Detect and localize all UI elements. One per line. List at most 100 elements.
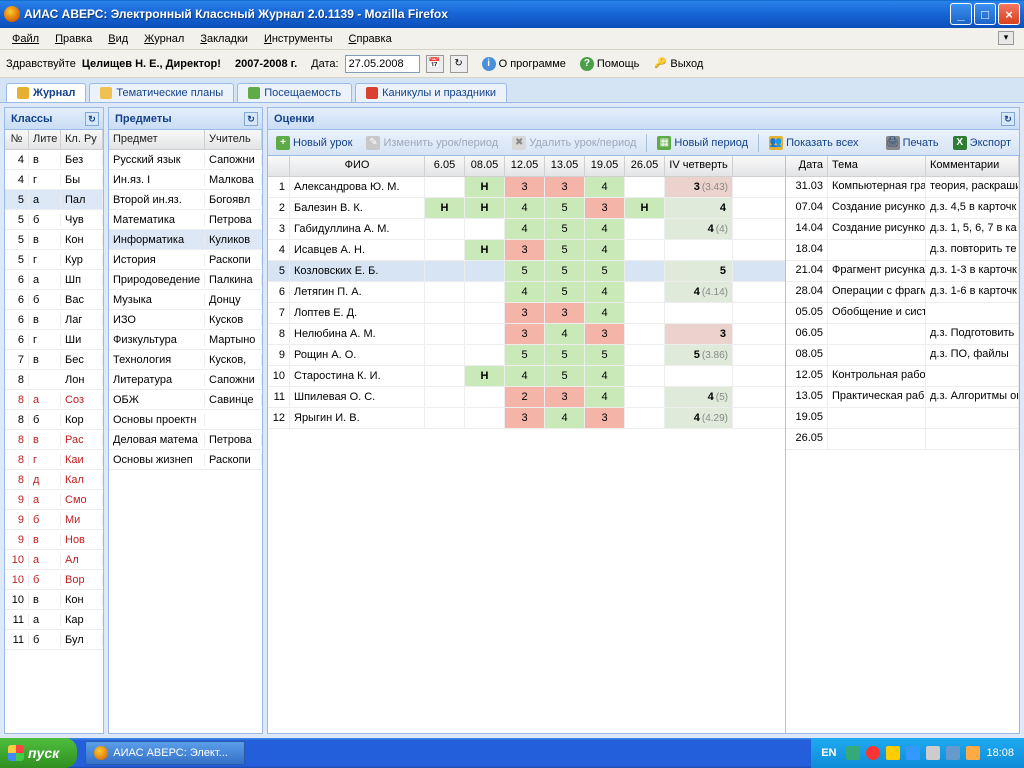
- col-quarter[interactable]: IV четверть: [665, 156, 733, 176]
- delete-lesson-button[interactable]: ✖Удалить урок/период: [508, 134, 640, 152]
- col-d4[interactable]: 13.05: [545, 156, 585, 176]
- subject-row[interactable]: ИнформатикаКуликов: [109, 230, 262, 250]
- grade-row[interactable]: 6Летягин П. А.4544(4.14): [268, 282, 785, 303]
- class-row[interactable]: 11бБул: [5, 630, 103, 650]
- diary-row[interactable]: 26.05: [786, 429, 1019, 450]
- tray-shield-icon[interactable]: [966, 746, 980, 760]
- language-indicator[interactable]: EN: [821, 747, 836, 759]
- class-row[interactable]: 5вКон: [5, 230, 103, 250]
- grade-row[interactable]: 4Исавцев А. Н.Н354: [268, 240, 785, 261]
- col-teacher[interactable]: Учитель: [205, 130, 262, 149]
- about-button[interactable]: iО программе: [482, 57, 566, 71]
- class-row[interactable]: 8дКал: [5, 470, 103, 490]
- grade-row[interactable]: 1Александрова Ю. М.Н3343(3.43): [268, 177, 785, 198]
- tray-volume-icon[interactable]: [926, 746, 940, 760]
- new-lesson-button[interactable]: +Новый урок: [272, 134, 356, 152]
- grade-row[interactable]: 11Шпилевая О. С.2344(5): [268, 387, 785, 408]
- print-button[interactable]: 🖨Печать: [882, 134, 943, 152]
- subject-row[interactable]: ФизкультураМартыно: [109, 330, 262, 350]
- export-button[interactable]: XЭкспорт: [949, 134, 1015, 152]
- help-button[interactable]: ?Помощь: [580, 57, 640, 71]
- diary-row[interactable]: 28.04Операции с фрагмд.з. 1-6 в карточк: [786, 282, 1019, 303]
- col-subject[interactable]: Предмет: [109, 130, 205, 149]
- refresh-grades-icon[interactable]: ↻: [1001, 112, 1015, 126]
- col-class-num[interactable]: №: [5, 130, 29, 149]
- col-num[interactable]: [268, 156, 290, 176]
- menu-view[interactable]: Вид: [100, 31, 136, 47]
- class-row[interactable]: 6аШп: [5, 270, 103, 290]
- clock[interactable]: 18:08: [986, 747, 1014, 759]
- tab-holidays[interactable]: Каникулы и праздники: [355, 83, 507, 102]
- col-d3[interactable]: 12.05: [505, 156, 545, 176]
- class-row[interactable]: 6бВас: [5, 290, 103, 310]
- class-row[interactable]: 10бВор: [5, 570, 103, 590]
- diary-row[interactable]: 06.05д.з. Подготовить: [786, 324, 1019, 345]
- diary-row[interactable]: 19.05: [786, 408, 1019, 429]
- menu-edit[interactable]: Правка: [47, 31, 100, 47]
- class-row[interactable]: 4вБез: [5, 150, 103, 170]
- col-class-letter[interactable]: Лите: [29, 130, 61, 149]
- class-row[interactable]: 5аПал: [5, 190, 103, 210]
- tray-icon[interactable]: [906, 746, 920, 760]
- subject-row[interactable]: Основы проектн: [109, 410, 262, 430]
- tab-plans[interactable]: Тематические планы: [89, 83, 234, 102]
- grade-row[interactable]: 10Старостина К. И.Н454: [268, 366, 785, 387]
- tray-icon[interactable]: [846, 746, 860, 760]
- class-row[interactable]: 8бКор: [5, 410, 103, 430]
- subject-row[interactable]: МузыкаДонцу: [109, 290, 262, 310]
- calendar-icon[interactable]: 📅: [426, 55, 444, 73]
- refresh-icon[interactable]: ↻: [450, 55, 468, 73]
- toolbar-dropdown-icon[interactable]: ▾: [998, 31, 1014, 45]
- subject-row[interactable]: ТехнологияКусков,: [109, 350, 262, 370]
- edit-lesson-button[interactable]: ✎Изменить урок/период: [362, 134, 502, 152]
- menu-journal[interactable]: Журнал: [136, 31, 192, 47]
- col-comment[interactable]: Комментарии: [926, 156, 1019, 176]
- col-fio[interactable]: ФИО: [290, 156, 425, 176]
- class-row[interactable]: 5бЧув: [5, 210, 103, 230]
- subject-row[interactable]: ЛитератураСапожни: [109, 370, 262, 390]
- show-all-button[interactable]: 👥Показать всех: [765, 134, 862, 152]
- diary-row[interactable]: 18.04д.з. повторить те: [786, 240, 1019, 261]
- class-row[interactable]: 10аАл: [5, 550, 103, 570]
- col-d2[interactable]: 08.05: [465, 156, 505, 176]
- diary-row[interactable]: 12.05Контрольная рабо: [786, 366, 1019, 387]
- diary-row[interactable]: 31.03Компьютерная гратеория, раскраши: [786, 177, 1019, 198]
- grade-row[interactable]: 12Ярыгин И. В.3434(4.29): [268, 408, 785, 429]
- grade-row[interactable]: 3Габидуллина А. М.4544(4): [268, 219, 785, 240]
- col-d5[interactable]: 19.05: [585, 156, 625, 176]
- diary-row[interactable]: 05.05Обобщение и сист: [786, 303, 1019, 324]
- start-button[interactable]: пуск: [0, 738, 77, 768]
- menu-tools[interactable]: Инструменты: [256, 31, 341, 47]
- class-row[interactable]: 11аКар: [5, 610, 103, 630]
- tab-journal[interactable]: Журнал: [6, 83, 86, 102]
- class-row[interactable]: 8вРас: [5, 430, 103, 450]
- exit-button[interactable]: 🔑Выход: [653, 57, 703, 71]
- date-input[interactable]: [345, 55, 420, 73]
- subject-row[interactable]: Деловая матемаПетрова: [109, 430, 262, 450]
- tray-icon[interactable]: [886, 746, 900, 760]
- tray-network-icon[interactable]: [946, 746, 960, 760]
- diary-row[interactable]: 14.04Создание рисункод.з. 1, 5, 6, 7 в к…: [786, 219, 1019, 240]
- class-row[interactable]: 5гКур: [5, 250, 103, 270]
- diary-row[interactable]: 07.04Создание рисункод.з. 4,5 в карточк: [786, 198, 1019, 219]
- menu-help[interactable]: Справка: [341, 31, 400, 47]
- class-row[interactable]: 10вКон: [5, 590, 103, 610]
- subject-row[interactable]: ОБЖСавинце: [109, 390, 262, 410]
- tray-icon[interactable]: [866, 746, 880, 760]
- class-row[interactable]: 9аСмо: [5, 490, 103, 510]
- class-row[interactable]: 7вБес: [5, 350, 103, 370]
- menu-bookmarks[interactable]: Закладки: [192, 31, 256, 47]
- col-d1[interactable]: 6.05: [425, 156, 465, 176]
- grade-row[interactable]: 5Козловских Е. Б.5555: [268, 261, 785, 282]
- menu-file[interactable]: Файл: [4, 31, 47, 47]
- diary-row[interactable]: 21.04Фрагмент рисункад.з. 1-3 в карточк: [786, 261, 1019, 282]
- close-button[interactable]: ×: [998, 3, 1020, 25]
- subject-row[interactable]: ПриродоведениеПалкина: [109, 270, 262, 290]
- subject-row[interactable]: МатематикаПетрова: [109, 210, 262, 230]
- subject-row[interactable]: ИсторияРаскопи: [109, 250, 262, 270]
- grade-row[interactable]: 9Рощин А. О.5555(3.86): [268, 345, 785, 366]
- grade-row[interactable]: 7Лоптев Е. Д.334: [268, 303, 785, 324]
- class-row[interactable]: 8аСоз: [5, 390, 103, 410]
- subject-row[interactable]: ИЗОКусков: [109, 310, 262, 330]
- grade-row[interactable]: 2Балезин В. К.НН453Н4: [268, 198, 785, 219]
